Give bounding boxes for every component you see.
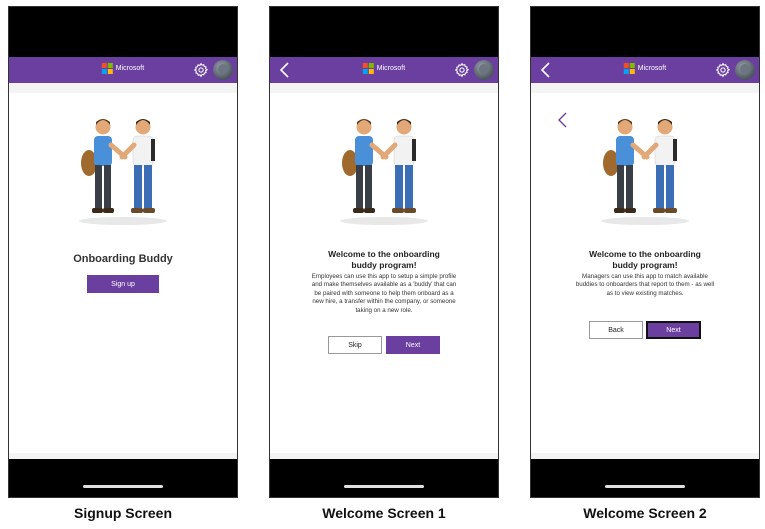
gear-icon[interactable]: [454, 62, 470, 78]
brand-name: Microsoft: [376, 65, 406, 72]
avatar[interactable]: [735, 60, 755, 80]
back-button[interactable]: Back: [589, 321, 643, 339]
back-arrow-icon[interactable]: [539, 61, 553, 79]
next-button[interactable]: Next: [386, 336, 440, 354]
welcome-title: Welcome to the onboarding buddy program!: [589, 249, 701, 270]
content-area: Welcome to the onboarding buddy program!…: [270, 83, 498, 459]
signup-card: Onboarding Buddy Sign up: [9, 93, 237, 453]
welcome-body: Employees can use this app to setup a si…: [311, 273, 457, 314]
welcome-card: Welcome to the onboarding buddy program!…: [270, 93, 498, 453]
microsoft-brand: Microsoft: [623, 63, 667, 74]
microsoft-brand: Microsoft: [362, 63, 406, 74]
welcome-title: Welcome to the onboarding buddy program!: [328, 249, 440, 270]
next-button[interactable]: Next: [646, 321, 701, 339]
phone-signup-screen: Microsoft Onboarding Buddy Sign up: [8, 6, 238, 498]
caption-welcome-screen-2: Welcome Screen 2: [583, 505, 707, 521]
phone-welcome-screen-2: Microsoft Welcome to the onboarding budd…: [530, 6, 760, 498]
app-header: Microsoft: [270, 57, 498, 83]
caption-signup-screen: Signup Screen: [73, 505, 173, 521]
microsoft-logo-icon: [101, 63, 113, 74]
sign-up-button[interactable]: Sign up: [87, 275, 159, 293]
back-chevron-icon[interactable]: [557, 111, 569, 129]
home-indicator[interactable]: [83, 485, 163, 488]
avatar[interactable]: [213, 60, 233, 80]
back-arrow-icon[interactable]: [278, 61, 292, 79]
handshake-illustration: [601, 119, 689, 225]
handshake-illustration: [79, 119, 167, 225]
welcome-card: Welcome to the onboarding buddy program!…: [531, 93, 759, 453]
skip-button[interactable]: Skip: [328, 336, 382, 354]
handshake-illustration: [340, 119, 428, 225]
content-area: Welcome to the onboarding buddy program!…: [531, 83, 759, 459]
microsoft-logo-icon: [623, 63, 635, 74]
phone-welcome-screen-1: Microsoft Welcome to the onboarding budd…: [269, 6, 499, 498]
home-indicator[interactable]: [605, 485, 685, 488]
brand-name: Microsoft: [637, 65, 667, 72]
app-header: Microsoft: [9, 57, 237, 83]
app-header: Microsoft: [531, 57, 759, 83]
home-indicator[interactable]: [344, 485, 424, 488]
content-area: Onboarding Buddy Sign up: [9, 83, 237, 459]
gear-icon[interactable]: [715, 62, 731, 78]
gear-icon[interactable]: [193, 62, 209, 78]
welcome-body: Managers can use this app to match avail…: [575, 273, 715, 297]
app-title: Onboarding Buddy: [73, 253, 173, 265]
caption-welcome-screen-1: Welcome Screen 1: [322, 505, 446, 521]
brand-name: Microsoft: [115, 65, 145, 72]
microsoft-brand: Microsoft: [101, 63, 145, 74]
avatar[interactable]: [474, 60, 494, 80]
microsoft-logo-icon: [362, 63, 374, 74]
